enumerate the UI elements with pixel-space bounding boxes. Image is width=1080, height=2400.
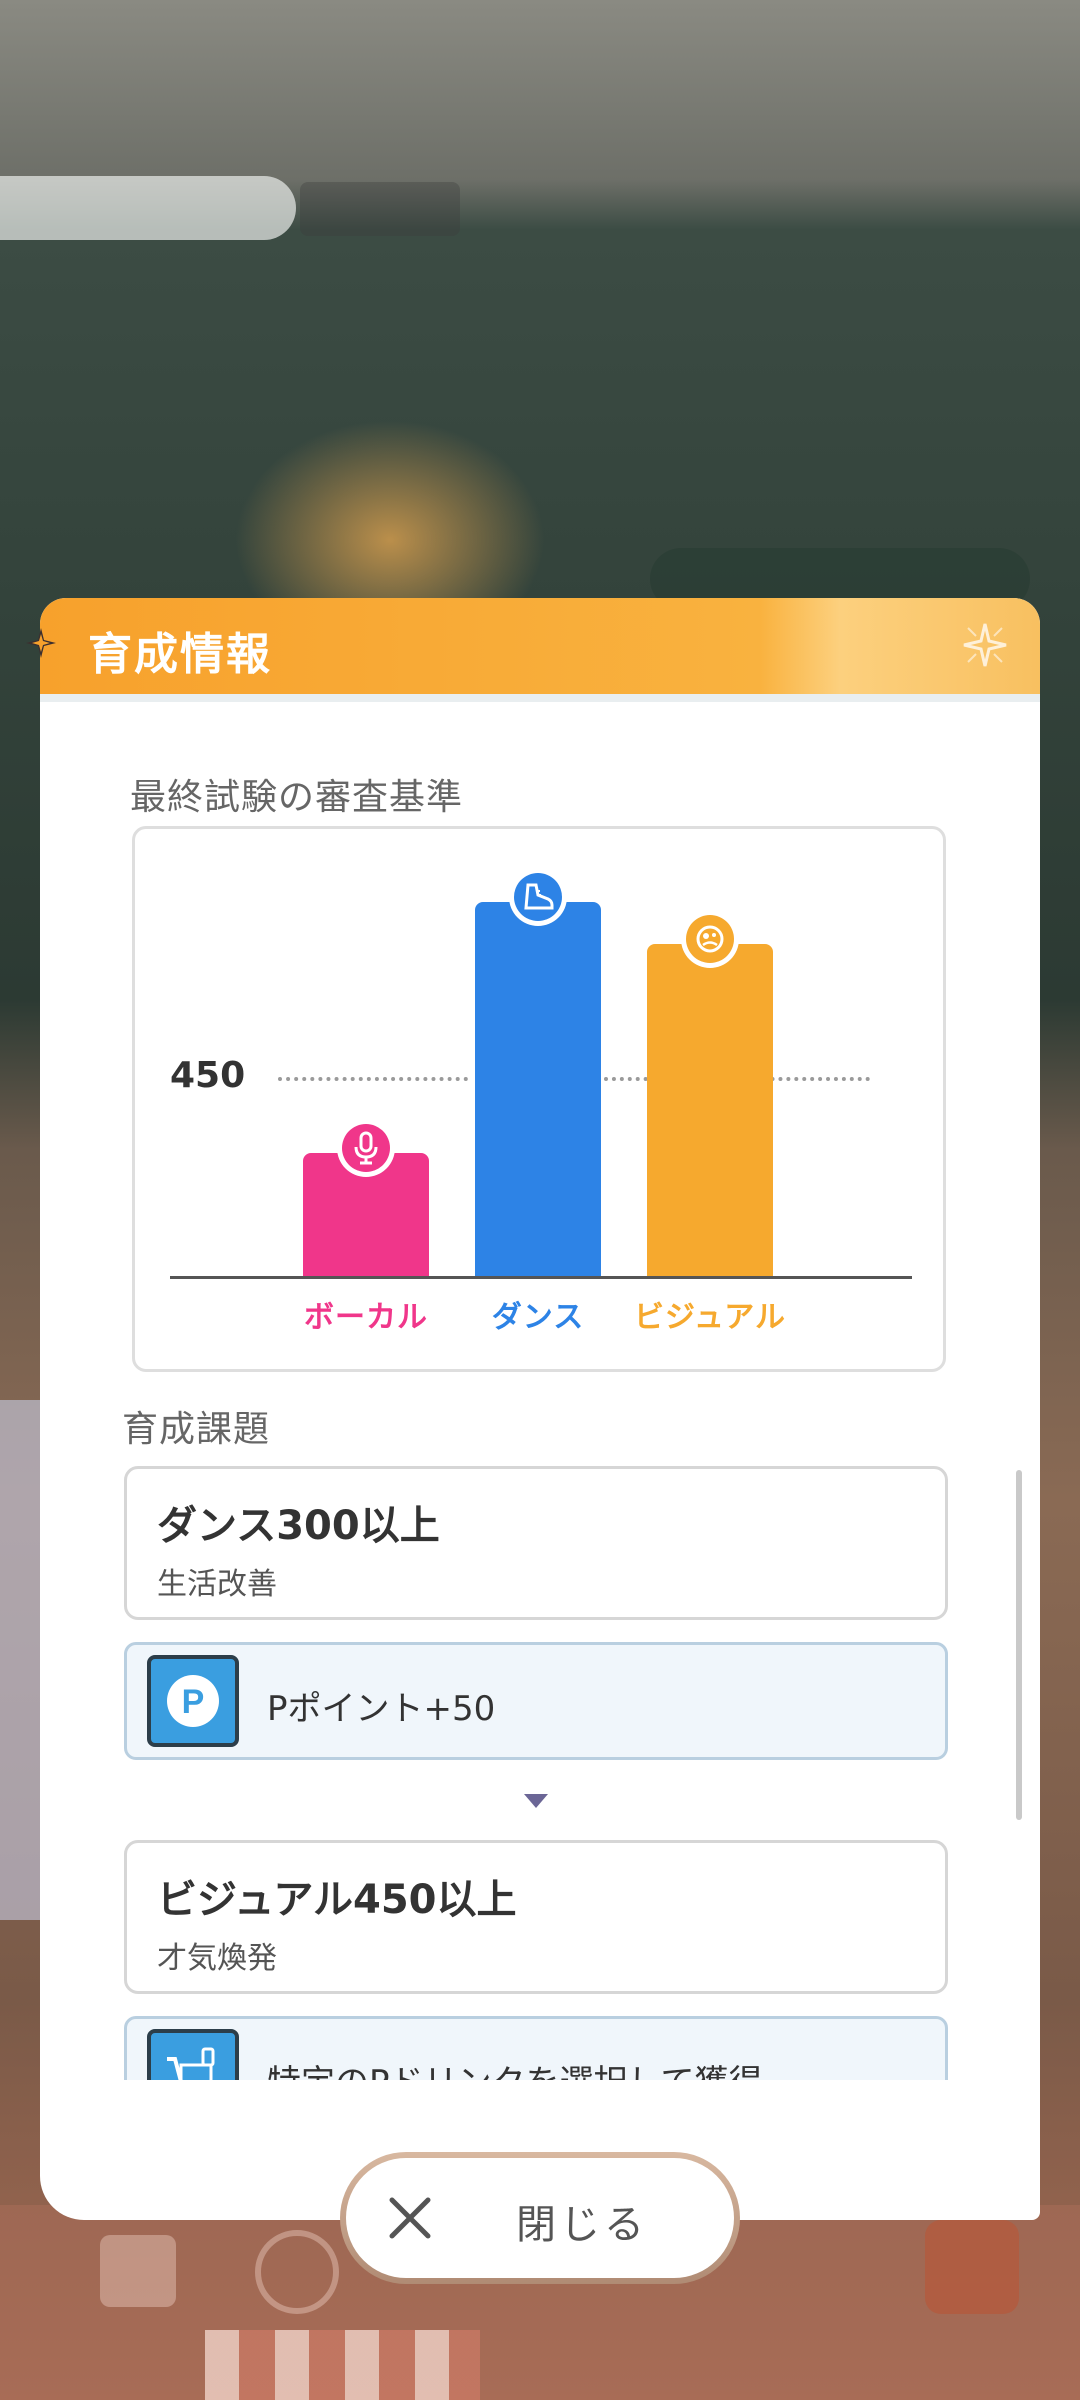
close-button[interactable]: 閉じる	[340, 2152, 740, 2284]
chart-axis	[170, 1276, 912, 1279]
task-title: ダンス300以上	[157, 1503, 440, 1549]
scrollbar[interactable]	[1016, 1470, 1022, 1820]
threshold-line	[278, 1077, 468, 1081]
task-subtitle: 生活改善	[157, 1567, 277, 1602]
background-pill	[0, 176, 296, 240]
criteria-label: 最終試験の審査基準	[130, 777, 464, 818]
reward-text: 特定のPドリンクを選択して獲得	[267, 2055, 762, 2080]
modal-title: 育成情報	[88, 629, 272, 680]
task-list[interactable]: ダンス300以上 生活改善 P Pポイント+50 ビジュアル450以上 才気煥発…	[40, 1466, 1040, 2080]
task-subtitle: 才気煥発	[157, 1941, 277, 1976]
reward-card[interactable]: P Pポイント+50	[124, 1642, 948, 1760]
background-panel	[0, 1400, 40, 1920]
background-stripes	[205, 2330, 480, 2400]
tasks-label: 育成課題	[122, 1409, 271, 1450]
reward-card[interactable]: 特定のPドリンクを選択して獲得	[124, 2016, 948, 2080]
close-label: 閉じる	[516, 2202, 648, 2248]
drink-cart-icon	[147, 2029, 239, 2080]
sparkle-icon	[963, 623, 1007, 667]
background-controls	[300, 182, 460, 236]
threshold-label: 450	[170, 1055, 246, 1096]
svg-text:P: P	[182, 1683, 205, 1721]
header-divider	[40, 694, 1040, 702]
p-point-icon: P	[147, 1655, 239, 1747]
task-title: ビジュアル450以上	[157, 1877, 517, 1923]
modal-header: 育成情報	[40, 598, 1040, 694]
home-icon	[100, 2235, 176, 2307]
bar-dance	[475, 901, 601, 1276]
close-button-face: 閉じる	[346, 2158, 734, 2278]
visual-icon	[681, 910, 739, 969]
menu-icon	[925, 2220, 1019, 2314]
ticket-icon	[255, 2230, 339, 2314]
shoe-icon	[509, 867, 567, 926]
task-card[interactable]: ダンス300以上 生活改善	[124, 1466, 948, 1620]
sparkle-icon	[26, 628, 56, 658]
category-label-dance: ダンス	[491, 1300, 585, 1335]
category-label-vocal: ボーカル	[304, 1300, 428, 1335]
close-icon	[389, 2197, 431, 2239]
bar-visual	[647, 944, 773, 1276]
microphone-icon	[337, 1118, 395, 1177]
reward-text: Pポイント+50	[267, 1689, 496, 1729]
task-card[interactable]: ビジュアル450以上 才気煥発	[124, 1840, 948, 1994]
chevron-down-icon	[524, 1794, 548, 1808]
category-label-visual: ビジュアル	[634, 1300, 786, 1335]
training-info-modal: 育成情報 最終試験の審査基準 450 ボーカル ダンス ビジュアル 育成課題 ダ…	[40, 598, 1040, 2220]
